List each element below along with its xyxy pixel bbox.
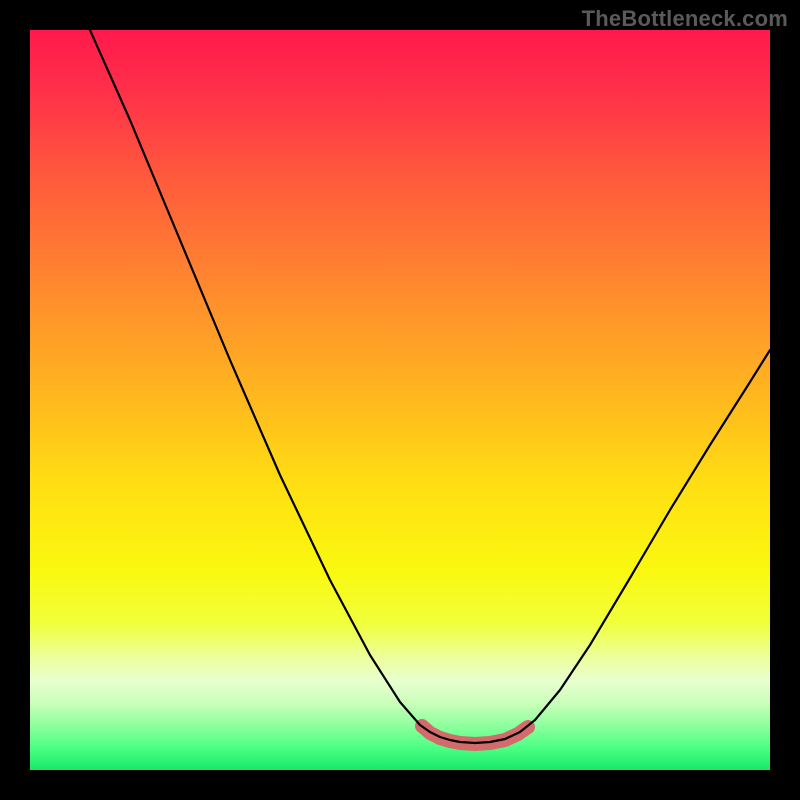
watermark-text: TheBottleneck.com — [582, 6, 788, 32]
chart-svg — [30, 30, 770, 770]
chart-frame: TheBottleneck.com — [0, 0, 800, 800]
gradient-background — [30, 30, 770, 770]
plot-area — [30, 30, 770, 770]
